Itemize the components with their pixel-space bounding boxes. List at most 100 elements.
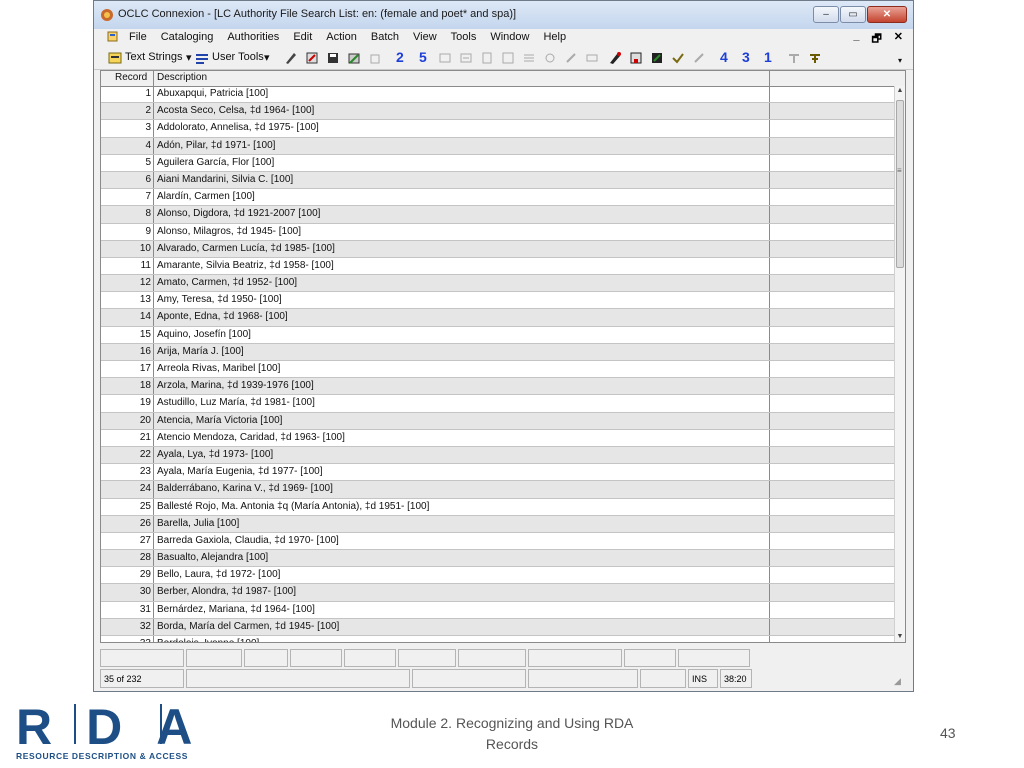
user-tools-dropdown[interactable]: ▾ — [264, 51, 270, 64]
table-row[interactable]: 26 Barella, Julia [100] — [101, 515, 895, 533]
title-bar[interactable]: OCLC Connexion - [LC Authority File Sear… — [94, 1, 913, 29]
table-row[interactable]: 17 Arreola Rivas, Maribel [100] — [101, 361, 895, 379]
menu-view[interactable]: View — [413, 31, 437, 43]
disabled-tool-icon-3[interactable] — [480, 51, 494, 65]
toolbar-number-5[interactable]: 5 — [419, 49, 427, 65]
table-row[interactable]: 31 Bernárdez, Mariana, ‡d 1964- [100] — [101, 601, 895, 619]
scrollbar-thumb[interactable] — [896, 100, 904, 268]
row-record-number: 3 — [145, 122, 151, 134]
save-record-icon[interactable] — [326, 51, 340, 65]
menu-batch[interactable]: Batch — [371, 31, 399, 43]
toolbar-overflow-icon[interactable]: ▾ — [898, 56, 902, 65]
row-record-number: 5 — [145, 156, 151, 168]
scroll-down-arrow-icon[interactable]: ▼ — [895, 632, 905, 642]
text-strings-dropdown[interactable]: ▾ — [186, 51, 192, 64]
menu-help[interactable]: Help — [543, 31, 566, 43]
table-row[interactable]: 12 Amato, Carmen, ‡d 1952- [100] — [101, 275, 895, 293]
table-row[interactable]: 16 Arija, María J. [100] — [101, 343, 895, 361]
table-row[interactable]: 2 Acosta Seco, Celsa, ‡d 1964- [100] — [101, 103, 895, 121]
table-row[interactable]: 28 Basualto, Alejandra [100] — [101, 550, 895, 568]
authority-validate-icon[interactable] — [671, 51, 685, 65]
record-icon[interactable] — [305, 51, 319, 65]
row-record-number: 31 — [139, 603, 151, 615]
table-row[interactable]: 30 Berber, Alondra, ‡d 1987- [100] — [101, 584, 895, 602]
scroll-up-arrow-icon[interactable]: ▲ — [895, 86, 905, 96]
table-row[interactable]: 18 Arzola, Marina, ‡d 1939-1976 [100] — [101, 378, 895, 396]
table-row[interactable]: 25 Ballesté Rojo, Ma. Antonia ‡q (María A… — [101, 498, 895, 516]
authority-disabled-icon[interactable] — [692, 51, 706, 65]
disabled-tool-icon-5[interactable] — [522, 51, 536, 65]
user-tools-button[interactable]: User Tools — [212, 51, 264, 63]
table-row[interactable]: 21 Atencio Mendoza, Caridad, ‡d 1963- [10… — [101, 429, 895, 447]
row-description: Adón, Pilar, ‡d 1971- [100] — [157, 139, 276, 151]
menu-action[interactable]: Action — [326, 31, 357, 43]
menu-window[interactable]: Window — [490, 31, 529, 43]
table-row[interactable]: 11 Amarante, Silvia Beatriz, ‡d 1958- [10… — [101, 257, 895, 276]
row-description: Basualto, Alejandra [100] — [157, 552, 269, 564]
toolbar-number-4[interactable]: 4 — [720, 49, 728, 65]
authority-search-icon[interactable] — [608, 51, 622, 65]
row-description: Arreola Rivas, Maribel [100] — [157, 363, 281, 374]
table-row[interactable]: 3 Addolorato, Annelisa, ‡d 1975- [100] — [101, 120, 895, 138]
menu-edit[interactable]: Edit — [293, 31, 312, 43]
user-tools-icon[interactable] — [195, 51, 209, 65]
table-row[interactable]: 1 Abuxapqui, Patricia [100] — [101, 86, 895, 104]
vertical-scrollbar[interactable]: ▲ ≡ ▼ — [894, 86, 905, 642]
table-row[interactable]: 19 Astudillo, Luz María, ‡d 1981- [100] — [101, 395, 895, 413]
authority-record-icon[interactable] — [629, 51, 643, 65]
report-record-icon[interactable] — [347, 51, 361, 65]
disabled-tool-icon-2[interactable] — [459, 51, 473, 65]
disabled-tool-icon-1[interactable] — [438, 51, 452, 65]
grid-rows: 1 Abuxapqui, Patricia [100] 2 Acosta Seco, … — [101, 86, 895, 642]
toolbar-number-1[interactable]: 1 — [764, 49, 772, 65]
menu-bar: File Cataloging Authorities Edit Action … — [94, 29, 913, 47]
menu-cataloging[interactable]: Cataloging — [161, 31, 214, 43]
table-row[interactable]: 4 Adón, Pilar, ‡d 1971- [100] — [101, 137, 895, 155]
table-row[interactable]: 15 Aquino, Josefín [100] — [101, 326, 895, 344]
disabled-tool-icon-4[interactable] — [501, 51, 515, 65]
toolbar-number-2[interactable]: 2 — [396, 49, 404, 65]
table-row[interactable]: 24 Balderrábano, Karina V., ‡d 1969- [100… — [101, 481, 895, 499]
disabled-macro-icon[interactable] — [787, 51, 801, 65]
close-button[interactable]: ✕ — [867, 6, 907, 23]
disabled-tool-icon-8[interactable] — [585, 51, 599, 65]
table-row[interactable]: 13 Amy, Teresa, ‡d 1950- [100] — [101, 292, 895, 310]
menu-file[interactable]: File — [129, 31, 147, 43]
menu-tools[interactable]: Tools — [451, 31, 477, 43]
menu-authorities[interactable]: Authorities — [227, 31, 279, 43]
toolbar-number-3[interactable]: 3 — [742, 49, 750, 65]
table-row[interactable]: 27 Barreda Gaxiola, Claudia, ‡d 1970- [10… — [101, 532, 895, 551]
minimize-button[interactable]: ‒ — [813, 6, 839, 23]
column-header-description[interactable]: Description — [157, 72, 207, 83]
text-strings-icon[interactable] — [108, 51, 122, 65]
table-row[interactable]: 22 Ayala, Lya, ‡d 1973- [100] — [101, 446, 895, 465]
table-row[interactable]: 6 Aiani Mandarini, Silvia C. [100] — [101, 171, 895, 190]
row-description: Balderrábano, Karina V., ‡d 1969- [100] — [157, 483, 333, 495]
table-row[interactable]: 8 Alonso, Digdora, ‡d 1921-2007 [100] — [101, 206, 895, 224]
table-row[interactable]: 7 Alardín, Carmen [100] — [101, 189, 895, 207]
authority-save-icon[interactable] — [650, 51, 664, 65]
table-row[interactable]: 33 Bordolois, Ivonne [100] — [101, 636, 895, 642]
row-record-number: 23 — [139, 466, 151, 478]
table-row[interactable]: 29 Bello, Laura, ‡d 1972- [100] — [101, 567, 895, 585]
resize-grip-icon[interactable]: ◢ — [894, 676, 904, 686]
table-row[interactable]: 20 Atencia, María Victoria [100] — [101, 412, 895, 430]
copy-disabled-icon[interactable] — [368, 51, 382, 65]
column-header-record[interactable]: Record — [115, 72, 147, 83]
row-record-number: 22 — [139, 448, 151, 460]
edit-record-icon[interactable] — [284, 51, 298, 65]
table-row[interactable]: 9 Alonso, Milagros, ‡d 1945- [100] — [101, 223, 895, 241]
table-row[interactable]: 23 Ayala, María Eugenia, ‡d 1977- [100] — [101, 464, 895, 482]
disabled-tool-icon-7[interactable] — [564, 51, 578, 65]
table-row[interactable]: 32 Borda, María del Carmen, ‡d 1945- [100… — [101, 618, 895, 636]
table-row[interactable]: 14 Aponte, Edna, ‡d 1968- [100] — [101, 309, 895, 327]
document-icon[interactable] — [107, 31, 118, 42]
macro-icon[interactable] — [808, 51, 822, 65]
table-row[interactable]: 5 Aguilera García, Flor [100] — [101, 154, 895, 172]
row-record-number: 12 — [139, 277, 151, 289]
table-row[interactable]: 10 Alvarado, Carmen Lucía, ‡d 1985- [100] — [101, 240, 895, 258]
disabled-tool-icon-6[interactable] — [543, 51, 557, 65]
row-record-number: 18 — [139, 380, 151, 392]
maximize-button[interactable]: ▭ — [840, 6, 866, 23]
text-strings-button[interactable]: Text Strings — [125, 51, 182, 63]
